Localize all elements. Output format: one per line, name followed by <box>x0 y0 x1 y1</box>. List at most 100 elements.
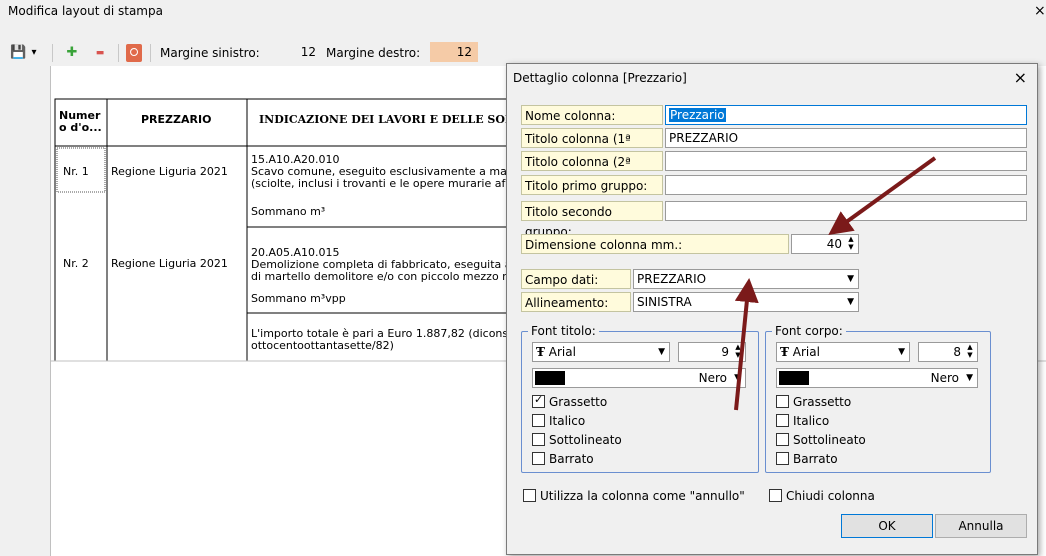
save-icon[interactable]: 💾 <box>10 44 26 62</box>
spinner-arrows-icon[interactable]: ▲ ▼ <box>733 343 743 359</box>
row1-number: Nr. 1 <box>63 165 89 178</box>
allineamento-label: Allineamento: <box>521 292 631 312</box>
font-titolo-italico-checkbox[interactable]: Italico <box>532 413 585 429</box>
grassetto-label: Grassetto <box>549 395 608 409</box>
font-corpo-grassetto-checkbox[interactable]: Grassetto <box>776 394 851 410</box>
toolbar-separator <box>52 44 53 62</box>
allineamento-value: SINISTRA <box>637 295 692 309</box>
dimensione-value: 40 <box>826 237 842 251</box>
checkbox-box[interactable] <box>523 489 536 502</box>
font-titolo-group: Font titolo: Ŧ Arial ▼ 9 ▲ ▼ Nero ▼ ✓ Grasset… <box>521 324 759 473</box>
checkbox-box[interactable] <box>532 433 545 446</box>
gruppo1-input[interactable] <box>665 175 1027 195</box>
spinner-arrows-icon[interactable]: ▲ ▼ <box>846 235 856 251</box>
remove-icon[interactable]: ▬ <box>92 44 108 62</box>
gruppo2-label: Titolo secondo gruppo: <box>521 201 663 239</box>
barrato-label: Barrato <box>793 452 838 466</box>
dimensione-spinner[interactable]: 40 ▲ ▼ <box>791 234 859 254</box>
font-corpo-family-value: Arial <box>792 345 820 359</box>
row2-sum: Sommano m³vpp <box>251 292 346 305</box>
row2-desc2: di martello demolitore e/o con piccolo m… <box>251 270 513 283</box>
chevron-down-icon: ▼ <box>658 347 665 357</box>
font-titolo-barrato-checkbox[interactable]: Barrato <box>532 451 594 467</box>
checkbox-box[interactable] <box>776 433 789 446</box>
font-titolo-family-select[interactable]: Ŧ Arial ▼ <box>532 342 670 362</box>
ok-button[interactable]: OK <box>841 514 933 538</box>
total-line2: ottocentoottantasette/82) <box>251 339 394 352</box>
dimensione-label: Dimensione colonna mm.: <box>521 234 789 254</box>
nome-colonna-label: Nome colonna: <box>521 105 663 125</box>
font-corpo-color-select[interactable]: Nero ▼ <box>776 368 978 388</box>
checkbox-box[interactable] <box>769 489 782 502</box>
window-close-button[interactable]: × <box>1034 0 1046 22</box>
grassetto-label: Grassetto <box>793 395 852 409</box>
font-icon: Ŧ <box>536 345 545 359</box>
font-corpo-legend: Font corpo: <box>772 324 846 338</box>
add-icon[interactable]: ✚ <box>64 44 80 62</box>
row2-number: Nr. 2 <box>63 257 89 270</box>
reset-icon[interactable]: ⭘ <box>126 44 142 62</box>
nome-colonna-value: Prezzario <box>669 108 726 122</box>
header-number: Numer o d'o... <box>59 109 102 134</box>
barrato-label: Barrato <box>549 452 594 466</box>
annullo-checkbox[interactable]: Utilizza la colonna come "annullo" <box>523 488 745 504</box>
left-margin-input[interactable]: 12 <box>272 42 322 62</box>
check-icon: ✓ <box>534 393 544 406</box>
chevron-down-icon: ▼ <box>898 347 905 357</box>
font-titolo-color-value: Nero <box>698 371 727 385</box>
chiudi-colonna-checkbox[interactable]: Chiudi colonna <box>769 488 875 504</box>
right-margin-input[interactable]: 12 <box>430 42 478 62</box>
row1-desc2: (sciolte, inclusi i trovanti e le opere … <box>251 177 506 190</box>
checkbox-box[interactable] <box>776 452 789 465</box>
sottolineato-label: Sottolineato <box>549 433 622 447</box>
italico-label: Italico <box>793 414 830 428</box>
checkbox-box[interactable] <box>532 452 545 465</box>
titolo2-label: Titolo colonna (2ª riga): <box>521 151 663 189</box>
font-titolo-size-spinner[interactable]: 9 ▲ ▼ <box>678 342 746 362</box>
font-corpo-family-select[interactable]: Ŧ Arial ▼ <box>776 342 910 362</box>
chevron-down-icon: ▼ <box>734 373 741 383</box>
font-corpo-sottolineato-checkbox[interactable]: Sottolineato <box>776 432 866 448</box>
chevron-down-icon: ▼ <box>966 373 973 383</box>
campo-dati-label: Campo dati: <box>521 269 631 289</box>
italico-label: Italico <box>549 414 586 428</box>
toolbar-separator <box>118 44 119 62</box>
chiudi-colonna-label: Chiudi colonna <box>786 489 875 503</box>
campo-dati-select[interactable]: PREZZARIO ▼ <box>633 269 859 289</box>
checkbox-box[interactable] <box>532 414 545 427</box>
save-dropdown-icon[interactable]: ▾ <box>28 44 40 62</box>
right-margin-label: Margine destro: <box>326 46 421 60</box>
sottolineato-label: Sottolineato <box>793 433 866 447</box>
color-swatch <box>779 371 809 385</box>
left-margin-label: Margine sinistro: <box>160 46 260 60</box>
annullo-label: Utilizza la colonna come "annullo" <box>540 489 745 503</box>
font-titolo-legend: Font titolo: <box>528 324 599 338</box>
font-titolo-color-select[interactable]: Nero ▼ <box>532 368 746 388</box>
titolo2-input[interactable] <box>665 151 1027 171</box>
header-description: INDICAZIONE DEI LAVORI E DELLE SOM <box>259 113 518 126</box>
font-corpo-size-value: 8 <box>953 345 961 359</box>
font-corpo-color-value: Nero <box>930 371 959 385</box>
titolo1-input[interactable]: PREZZARIO <box>665 128 1027 148</box>
font-icon: Ŧ <box>780 345 789 359</box>
allineamento-select[interactable]: SINISTRA ▼ <box>633 292 859 312</box>
font-corpo-barrato-checkbox[interactable]: Barrato <box>776 451 838 467</box>
annulla-button[interactable]: Annulla <box>935 514 1027 538</box>
font-corpo-size-spinner[interactable]: 8 ▲ ▼ <box>918 342 978 362</box>
checkbox-box[interactable]: ✓ <box>532 393 545 408</box>
checkbox-box[interactable] <box>776 395 789 408</box>
font-titolo-sottolineato-checkbox[interactable]: Sottolineato <box>532 432 622 448</box>
font-corpo-italico-checkbox[interactable]: Italico <box>776 413 829 429</box>
font-titolo-grassetto-checkbox[interactable]: ✓ Grassetto <box>532 393 608 410</box>
row2-prezzario: Regione Liguria 2021 <box>111 257 228 270</box>
dialog-close-button[interactable]: × <box>1014 64 1027 92</box>
nome-colonna-input[interactable]: Prezzario <box>665 105 1027 125</box>
font-corpo-group: Font corpo: Ŧ Arial ▼ 8 ▲ ▼ Nero ▼ Grassetto… <box>765 324 991 473</box>
spinner-arrows-icon[interactable]: ▲ ▼ <box>965 343 975 359</box>
titolo1-label: Titolo colonna (1ª riga): <box>521 128 663 166</box>
row1-sum: Sommano m³ <box>251 205 326 218</box>
gruppo2-input[interactable] <box>665 201 1027 221</box>
chevron-down-icon: ▼ <box>847 297 854 307</box>
window-title: Modifica layout di stampa <box>8 4 163 18</box>
checkbox-box[interactable] <box>776 414 789 427</box>
